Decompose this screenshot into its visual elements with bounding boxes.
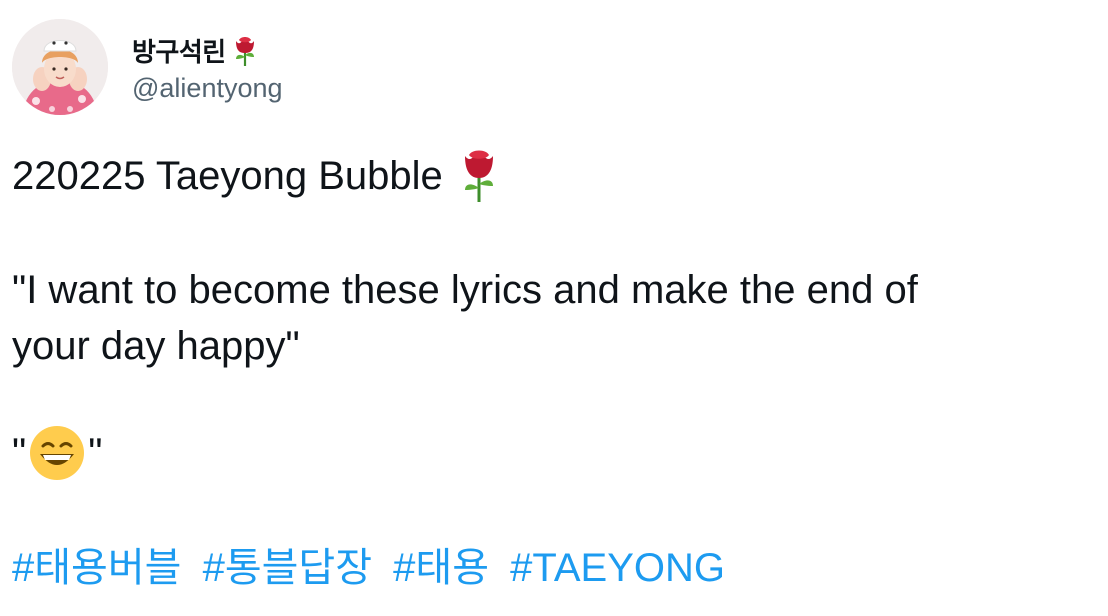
display-name-row[interactable]: 방구석린: [132, 33, 283, 69]
tweet-header: 방구석린 @alientyong: [12, 18, 283, 116]
hashtag-link[interactable]: #통블답장: [203, 546, 372, 590]
tweet-line-title: 220225 Taeyong Bubble: [12, 148, 501, 204]
author-handle[interactable]: @alientyong: [132, 73, 283, 104]
quote-open: ": [12, 431, 27, 475]
tweet-quote-line-2: your day happy": [12, 324, 300, 368]
hashtag-link[interactable]: #TAEYONG: [510, 546, 725, 590]
author-names: 방구석린 @alientyong: [132, 31, 283, 104]
rose-emoji: [235, 36, 254, 66]
tweet-emoji-quote: " ": [12, 424, 102, 482]
hashtag-link[interactable]: #태용버블: [12, 546, 181, 590]
tweet: 방구석린 @alientyong 220225 Taeyong Bubble "…: [0, 0, 1108, 616]
quote-close: ": [88, 431, 103, 475]
avatar[interactable]: [12, 19, 108, 115]
display-name[interactable]: 방구석린: [132, 32, 226, 69]
tweet-quote-line-1: "I want to become these lyrics and make …: [12, 268, 918, 312]
grinning-squinting-face-emoji: [30, 426, 85, 480]
rose-emoji: [464, 150, 493, 202]
hashtag-list: #태용버블 #통블답장 #태용 #TAEYONG: [12, 540, 725, 596]
hashtag-link[interactable]: #태용: [393, 546, 489, 590]
tweet-title-text: 220225 Taeyong Bubble: [12, 154, 443, 198]
